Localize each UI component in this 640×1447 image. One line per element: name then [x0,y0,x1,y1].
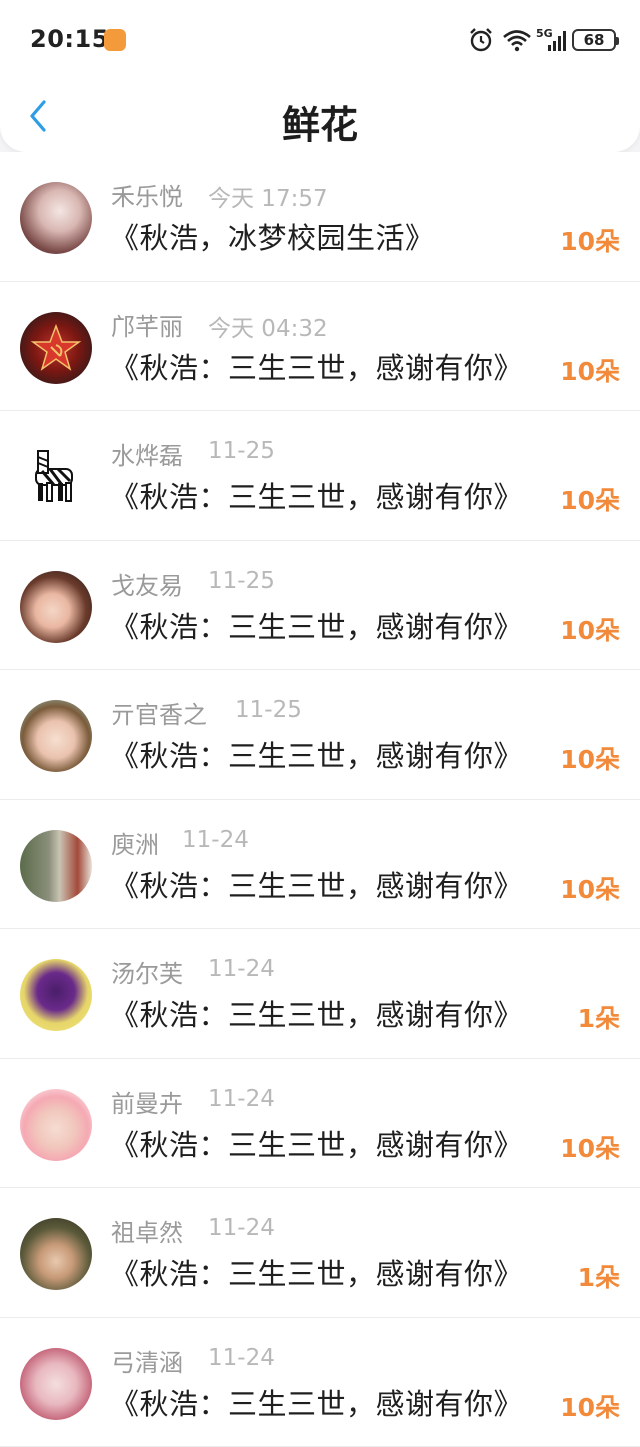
list-item[interactable]: 祖卓然 11-24 《秋浩：三生三世，感谢有你》 1朵 [0,1188,640,1318]
page-title: 鲜花 [0,94,640,149]
flower-record-list: 禾乐悦 今天 17:57 《秋浩，冰梦校园生活》 10朵 邝芊丽 今天 04:3… [0,152,640,1447]
user-name: 亓官香之 [111,695,207,730]
avatar [20,1348,92,1420]
user-name: 邝芊丽 [111,307,183,342]
wifi-icon [502,27,532,53]
book-title: 《秋浩：三生三世，感谢有你》 [110,474,523,516]
book-title: 《秋浩：三生三世，感谢有你》 [110,345,523,387]
book-title: 《秋浩：三生三世，感谢有你》 [110,992,523,1034]
list-item[interactable]: 前曼卉 11-24 《秋浩：三生三世，感谢有你》 10朵 [0,1059,640,1189]
user-name: 庾洲 [111,825,159,860]
list-item[interactable]: 戈友易 11-25 《秋浩：三生三世，感谢有你》 10朵 [0,541,640,671]
avatar [20,1089,92,1161]
list-item[interactable]: 庾洲 11-24 《秋浩：三生三世，感谢有你》 10朵 [0,800,640,930]
nav-bar: 鲜花 [0,80,640,152]
user-name: 戈友易 [111,566,183,601]
record-time: 11-24 [208,1345,275,1371]
record-time: 11-24 [208,956,275,982]
flower-amount: 10朵 [560,352,620,388]
app-notification-icon [104,29,126,51]
book-title: 《秋浩：三生三世，感谢有你》 [110,1122,523,1164]
record-time: 今天 17:57 [208,179,328,213]
list-item[interactable]: 水烨磊 11-25 《秋浩：三生三世，感谢有你》 10朵 [0,411,640,541]
flower-amount: 10朵 [560,1388,620,1424]
zebra-icon [20,441,92,513]
avatar [20,830,92,902]
list-item[interactable]: 亓官香之 11-25 《秋浩：三生三世，感谢有你》 10朵 [0,670,640,800]
flower-amount: 10朵 [560,870,620,906]
status-icons: 5G 68 [468,26,616,54]
book-title: 《秋浩：三生三世，感谢有你》 [110,1251,523,1293]
list-item[interactable]: 禾乐悦 今天 17:57 《秋浩，冰梦校园生活》 10朵 [0,152,640,282]
avatar [20,959,92,1031]
flower-amount: 1朵 [578,1258,620,1294]
record-time: 11-25 [208,568,275,594]
list-item[interactable]: 邝芊丽 今天 04:32 《秋浩：三生三世，感谢有你》 10朵 [0,282,640,412]
record-time: 11-24 [208,1215,275,1241]
avatar [20,700,92,772]
cellular-signal: 5G [536,27,566,53]
alarm-icon [468,27,494,53]
user-name: 前曼卉 [111,1084,183,1119]
book-title: 《秋浩，冰梦校园生活》 [110,215,435,257]
list-item[interactable]: 弓清涵 11-24 《秋浩：三生三世，感谢有你》 10朵 [0,1318,640,1447]
avatar [20,441,92,513]
flower-amount: 10朵 [560,222,620,258]
user-name: 汤尔芙 [111,954,183,989]
record-time: 11-25 [235,697,302,723]
top-header: 20:15 5G [0,0,640,152]
status-bar: 20:15 5G [0,0,640,80]
book-title: 《秋浩：三生三世，感谢有你》 [110,1381,523,1423]
flower-amount: 10朵 [560,481,620,517]
status-time: 20:15 [30,25,109,53]
user-name: 弓清涵 [111,1343,183,1378]
list-item[interactable]: 汤尔芙 11-24 《秋浩：三生三世，感谢有你》 1朵 [0,929,640,1059]
flower-amount: 10朵 [560,1129,620,1165]
avatar [20,182,92,254]
battery-icon: 68 [572,29,616,51]
avatar [20,571,92,643]
user-name: 祖卓然 [111,1213,183,1248]
user-name: 水烨磊 [111,436,183,471]
book-title: 《秋浩：三生三世，感谢有你》 [110,733,523,775]
record-time: 11-25 [208,438,275,464]
star-icon [20,312,92,384]
flower-amount: 10朵 [560,611,620,647]
record-time: 今天 04:32 [208,309,328,343]
record-time: 11-24 [182,827,249,853]
flower-amount: 1朵 [578,999,620,1035]
battery-level: 68 [584,31,605,49]
signal-icon [536,27,566,53]
book-title: 《秋浩：三生三世，感谢有你》 [110,863,523,905]
book-title: 《秋浩：三生三世，感谢有你》 [110,604,523,646]
avatar [20,1218,92,1290]
flower-amount: 10朵 [560,740,620,776]
avatar [20,312,92,384]
user-name: 禾乐悦 [111,177,183,212]
record-time: 11-24 [208,1086,275,1112]
